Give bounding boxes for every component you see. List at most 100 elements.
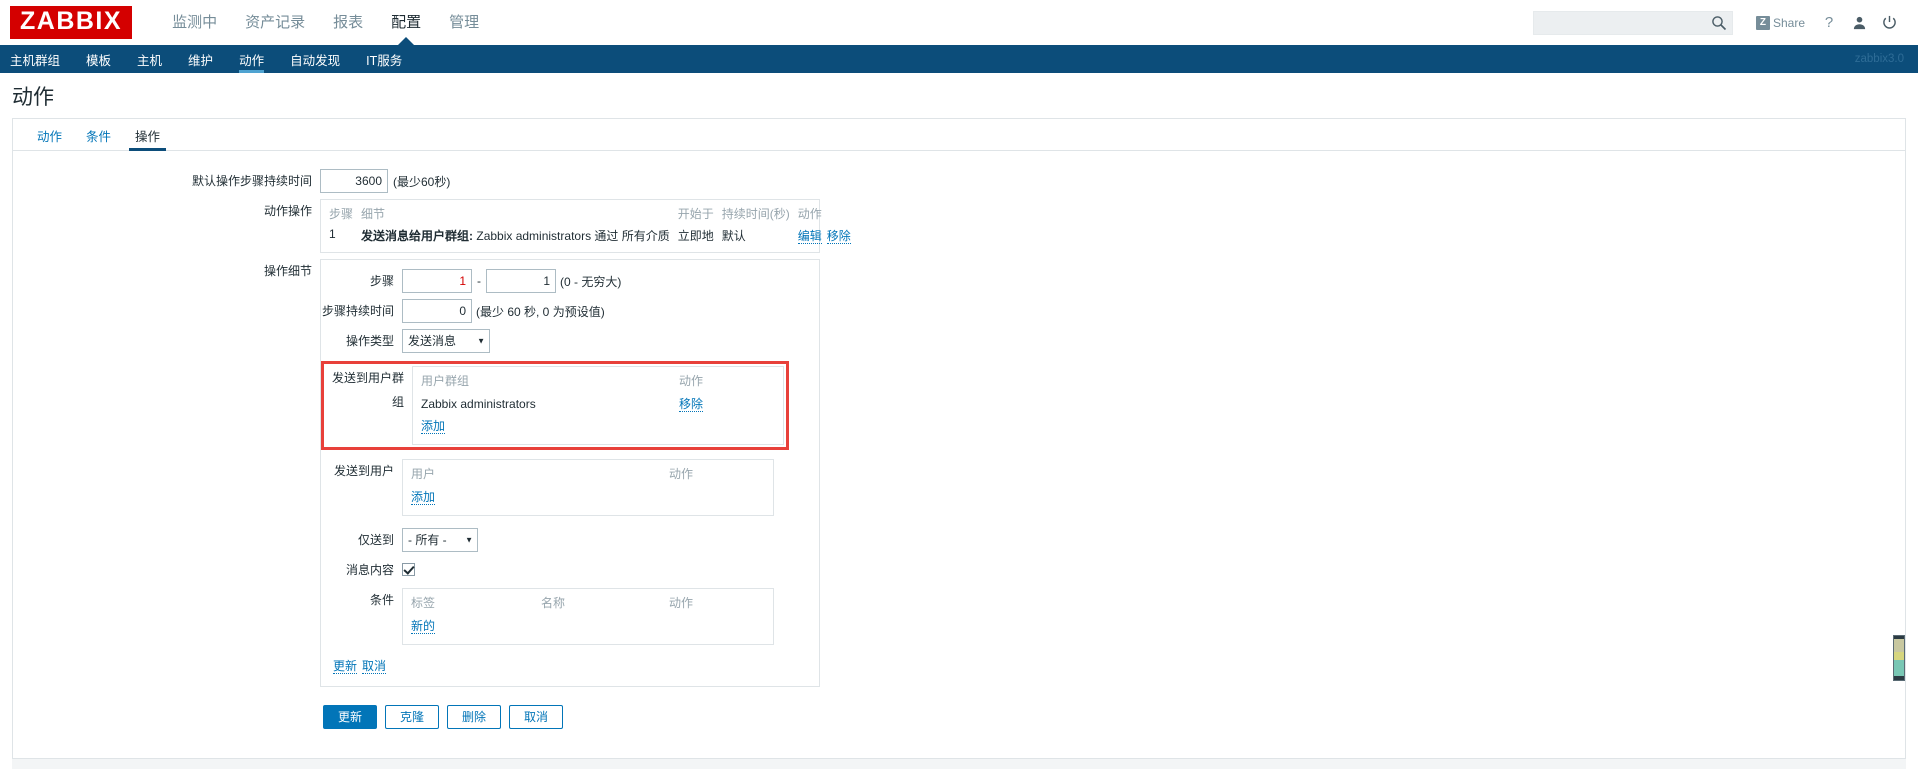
operation-type-select[interactable]: 发送消息: [402, 329, 490, 353]
step-duration-label: 步骤持续时间: [321, 304, 394, 318]
cell-details: 发送消息给用户群组: Zabbix administrators 通过 所有介质: [359, 225, 676, 247]
operation-update-link[interactable]: 更新: [333, 659, 358, 674]
sub-nav-item-actions[interactable]: 动作: [226, 45, 277, 73]
operation-type-label: 操作类型: [345, 334, 394, 348]
col-action: 动作: [669, 596, 694, 610]
help-icon: ?: [1824, 14, 1834, 31]
step-to-input[interactable]: [486, 269, 556, 293]
add-row: 添加: [411, 486, 765, 508]
send-to-users-label: 发送到用户: [333, 464, 394, 478]
operation-details-panel: 步骤 - (0 - 无穷大) 步骤持续时间: [320, 259, 820, 687]
field-default-step-duration: 默认操作步骤持续时间 (最少60秒): [13, 169, 1905, 193]
main-nav-item-reports[interactable]: 报表: [319, 0, 377, 45]
send-to-user-groups-label: 发送到用户群组: [331, 371, 404, 409]
operation-details-label: 操作细节: [263, 264, 312, 278]
cell-user-group-name: Zabbix administrators: [421, 396, 536, 411]
add-user-link[interactable]: 添加: [411, 490, 436, 505]
field-operation-type: 操作类型 发送消息: [321, 329, 819, 353]
cell-details-bold: 发送消息给用户群组:: [361, 229, 474, 243]
cell-new: 新的: [411, 615, 765, 637]
update-button[interactable]: 更新: [323, 705, 377, 729]
operations-form: 默认操作步骤持续时间 (最少60秒) 动作操作 步骤 细节: [13, 151, 1905, 729]
sub-navigation: 主机群组 模板 主机 维护 动作 自动发现 IT服务 zabbix3.0: [0, 45, 1918, 73]
send-only-to-select-wrap[interactable]: - 所有 -: [402, 528, 478, 552]
user-profile-button[interactable]: [1844, 0, 1874, 45]
clone-button[interactable]: 克隆: [385, 705, 439, 729]
main-nav-item-inventory[interactable]: 资产记录: [231, 0, 319, 45]
delete-button[interactable]: 删除: [447, 705, 501, 729]
vertical-scrollbar-thumb[interactable]: [1893, 635, 1905, 681]
edit-operation-link[interactable]: 编辑: [797, 229, 822, 244]
col-label: 标签: [411, 596, 436, 610]
tab-action[interactable]: 动作: [25, 130, 74, 151]
user-groups-table: 用户群组 动作 Zabbix administrators 移除 添加: [421, 371, 775, 437]
send-only-to-select[interactable]: - 所有 -: [402, 528, 478, 552]
cell-action: 移除: [679, 393, 775, 415]
help-button[interactable]: ?: [1814, 0, 1844, 45]
user-icon: [1853, 16, 1865, 30]
field-send-to-users: 发送到用户 用户 动作 添加: [321, 459, 819, 516]
col-start-in: 开始于: [677, 207, 714, 221]
send-to-users-box: 用户 动作 添加: [402, 459, 774, 516]
page-title-bar: 动作: [0, 73, 1918, 118]
operation-type-select-wrap[interactable]: 发送消息: [402, 329, 490, 353]
logout-button[interactable]: [1874, 0, 1904, 45]
cell-add: 添加: [411, 486, 765, 508]
operation-cancel-link[interactable]: 取消: [362, 659, 387, 674]
tab-conditions[interactable]: 条件: [74, 130, 123, 151]
action-operations-table: 步骤 细节 开始于 持续时间(秒) 动作 1 发送消息给用户群组: Zabbix…: [327, 204, 857, 247]
add-row: 添加: [421, 415, 775, 437]
action-operations-label: 动作操作: [263, 204, 312, 218]
users-table: 用户 动作 添加: [411, 464, 765, 508]
share-button[interactable]: Z Share: [1747, 0, 1814, 45]
table-header-row: 用户群组 动作: [421, 371, 775, 393]
power-icon: [1882, 15, 1896, 29]
sub-nav-item-hosts[interactable]: 主机: [124, 45, 175, 73]
step-duration-input[interactable]: [402, 299, 472, 323]
remove-user-group-link[interactable]: 移除: [679, 397, 704, 412]
field-action-operations: 动作操作 步骤 细节 开始于 持续时间(秒) 动作 1 发送消息给用户群组: Z…: [13, 199, 1905, 253]
form-action-buttons: 更新 克隆 删除 取消: [13, 693, 1905, 729]
cell-start-in: 立即地: [677, 229, 714, 243]
field-send-only-to: 仅送到 - 所有 -: [321, 528, 819, 552]
zabbix-logo[interactable]: ZABBIX: [10, 6, 133, 39]
message-content-checkbox[interactable]: [402, 563, 415, 576]
send-to-user-groups-highlight: 发送到用户群组 用户群组 动作 Zabbix administrators 移除…: [321, 361, 789, 450]
sub-nav-item-host-groups[interactable]: 主机群组: [0, 45, 73, 73]
header-actions: Z Share ?: [1532, 0, 1904, 45]
sub-nav-item-discovery[interactable]: 自动发现: [277, 45, 353, 73]
sub-nav-item-templates[interactable]: 模板: [73, 45, 124, 73]
search-box[interactable]: [1532, 10, 1733, 35]
cancel-button[interactable]: 取消: [509, 705, 563, 729]
main-nav-item-administration[interactable]: 管理: [435, 0, 493, 45]
sub-nav-item-maintenance[interactable]: 维护: [175, 45, 226, 73]
sub-nav-item-it-services[interactable]: IT服务: [353, 45, 415, 73]
table-header-row: 步骤 细节 开始于 持续时间(秒) 动作: [327, 204, 857, 225]
new-condition-link[interactable]: 新的: [411, 619, 436, 634]
remove-operation-link[interactable]: 移除: [826, 229, 851, 244]
add-row: 新的: [411, 615, 765, 637]
default-step-duration-input[interactable]: [320, 169, 388, 193]
action-form-panel: 动作 条件 操作 默认操作步骤持续时间 (最少60秒) 动作操作: [12, 118, 1906, 758]
send-only-to-label: 仅送到: [357, 533, 394, 547]
step-hint: (0 - 无穷大): [560, 274, 622, 289]
search-input[interactable]: [1532, 10, 1733, 35]
main-nav-item-monitoring[interactable]: 监测中: [158, 0, 231, 45]
field-message-content: 消息内容: [321, 558, 819, 582]
cell-step: 1: [329, 227, 336, 241]
content-wrapper: 动作 条件 操作 默认操作步骤持续时间 (最少60秒) 动作操作: [0, 118, 1918, 758]
cell-actions: 编辑 移除: [796, 225, 857, 247]
col-action: 动作: [797, 207, 822, 221]
add-user-group-link[interactable]: 添加: [421, 419, 446, 434]
step-range-separator: -: [477, 274, 481, 288]
form-tabs: 动作 条件 操作: [13, 119, 1905, 151]
tab-operations[interactable]: 操作: [123, 130, 172, 151]
table-header-row: 用户 动作: [411, 464, 765, 486]
operation-details-footer-links: 更新 取消: [321, 651, 819, 677]
default-step-duration-hint: (最少60秒): [393, 174, 451, 189]
step-duration-hint: (最少 60 秒, 0 为预设值): [476, 304, 605, 319]
main-nav-item-configuration[interactable]: 配置: [377, 0, 435, 45]
col-user: 用户: [411, 467, 436, 481]
col-action: 动作: [669, 467, 694, 481]
step-from-input[interactable]: [402, 269, 472, 293]
